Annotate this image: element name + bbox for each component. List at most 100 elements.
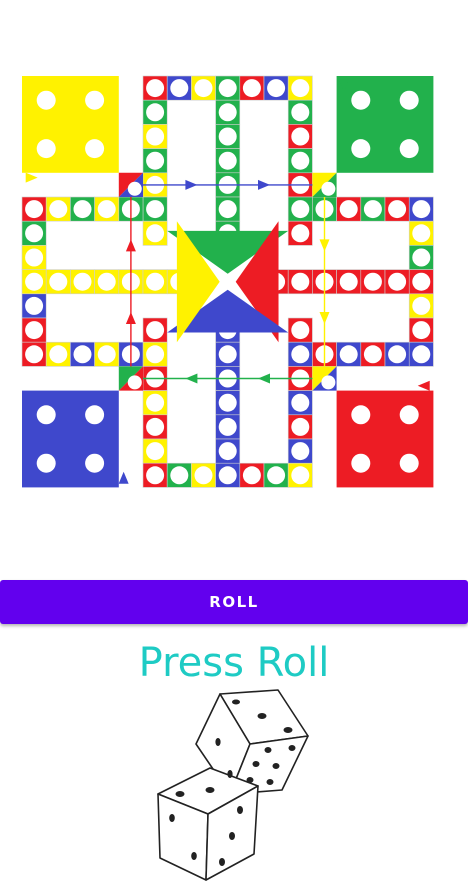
base-token-slot[interactable] <box>36 139 56 159</box>
track-spot <box>291 272 310 291</box>
base-red[interactable] <box>336 390 434 488</box>
track-spot <box>25 248 44 267</box>
track-spot <box>146 393 165 412</box>
track-spot <box>218 127 237 146</box>
ludo-board[interactable] <box>0 0 468 520</box>
track-spot <box>73 272 92 291</box>
track-spot <box>291 345 310 364</box>
track-spot <box>291 393 310 412</box>
track-spot <box>146 151 165 170</box>
track-spot <box>146 79 165 98</box>
track-spot <box>73 200 92 219</box>
track-spot <box>412 321 431 340</box>
track-spot <box>412 248 431 267</box>
track-spot <box>388 200 407 219</box>
route-arrow-icon <box>319 239 330 252</box>
base-token-slot[interactable] <box>399 139 419 159</box>
track-spot <box>218 393 237 412</box>
base-token-slot[interactable] <box>399 453 419 473</box>
track-spot <box>218 442 237 461</box>
track-spot <box>127 181 142 196</box>
base-blue[interactable] <box>22 390 119 488</box>
track-spot <box>146 103 165 122</box>
track-spot <box>194 79 213 98</box>
track-spot <box>146 127 165 146</box>
base-token-slot[interactable] <box>85 139 105 159</box>
roll-button[interactable]: ROLL <box>0 580 468 624</box>
track-spot <box>218 151 237 170</box>
two-dice-icon <box>157 689 309 881</box>
route-arrow-icon <box>185 373 198 384</box>
track-spot <box>49 345 68 364</box>
track-spot <box>25 200 44 219</box>
base-token-slot[interactable] <box>36 453 56 473</box>
base-token-slot[interactable] <box>399 405 419 425</box>
route-arrow-icon <box>125 312 136 324</box>
track-spot <box>146 224 165 243</box>
track-spot <box>25 296 44 315</box>
track-spot <box>97 272 116 291</box>
track-spot <box>412 200 431 219</box>
track-spot <box>25 321 44 340</box>
route-arrow-icon <box>118 471 129 484</box>
route-arrow-icon <box>319 312 330 324</box>
track-spot <box>267 466 286 485</box>
track-spot <box>388 272 407 291</box>
base-token-slot[interactable] <box>351 139 371 159</box>
track-spot <box>25 345 44 364</box>
base-green[interactable] <box>336 76 434 173</box>
base-token-slot[interactable] <box>85 453 105 473</box>
track-spot <box>194 466 213 485</box>
base-token-slot[interactable] <box>351 405 371 425</box>
track-spot <box>127 375 142 390</box>
track-spot <box>339 200 358 219</box>
track-spot <box>146 345 165 364</box>
track-spot <box>146 200 165 219</box>
route-arrow-icon <box>125 239 136 252</box>
track-spot <box>146 442 165 461</box>
track-spot <box>218 417 237 436</box>
track-spot <box>170 79 189 98</box>
track-spot <box>321 181 336 196</box>
track-spot <box>170 466 189 485</box>
track-spot <box>291 127 310 146</box>
base-token-slot[interactable] <box>351 90 371 110</box>
base-token-slot[interactable] <box>85 90 105 110</box>
track-spot <box>242 466 261 485</box>
track-spot <box>291 466 310 485</box>
track-spot <box>291 151 310 170</box>
base-token-slot[interactable] <box>36 405 56 425</box>
track-spot <box>412 296 431 315</box>
track-spot <box>291 200 310 219</box>
track-spot <box>412 345 431 364</box>
track-spot <box>146 466 165 485</box>
track-spot <box>218 466 237 485</box>
track-spot <box>218 200 237 219</box>
track-spot <box>363 345 382 364</box>
route-arrow-icon <box>258 373 270 384</box>
track-spot <box>291 417 310 436</box>
track-spot <box>291 321 310 340</box>
track-spot <box>339 345 358 364</box>
track-spot <box>267 79 286 98</box>
track-spot <box>412 272 431 291</box>
route-arrow-icon <box>25 172 38 183</box>
track-spot <box>291 442 310 461</box>
track-spot <box>146 417 165 436</box>
base-yellow[interactable] <box>22 76 119 173</box>
base-token-slot[interactable] <box>36 90 56 110</box>
track-spot <box>73 345 92 364</box>
track-spot <box>339 272 358 291</box>
track-spot <box>388 345 407 364</box>
track-spot <box>363 200 382 219</box>
track-spot <box>242 79 261 98</box>
track-spot <box>363 272 382 291</box>
route-arrow-icon <box>417 380 430 391</box>
track-spot <box>25 272 44 291</box>
track-spot <box>291 103 310 122</box>
base-token-slot[interactable] <box>351 453 371 473</box>
route-arrow-icon <box>185 179 198 190</box>
base-token-slot[interactable] <box>85 405 105 425</box>
track-spot <box>218 345 237 364</box>
base-token-slot[interactable] <box>399 90 419 110</box>
